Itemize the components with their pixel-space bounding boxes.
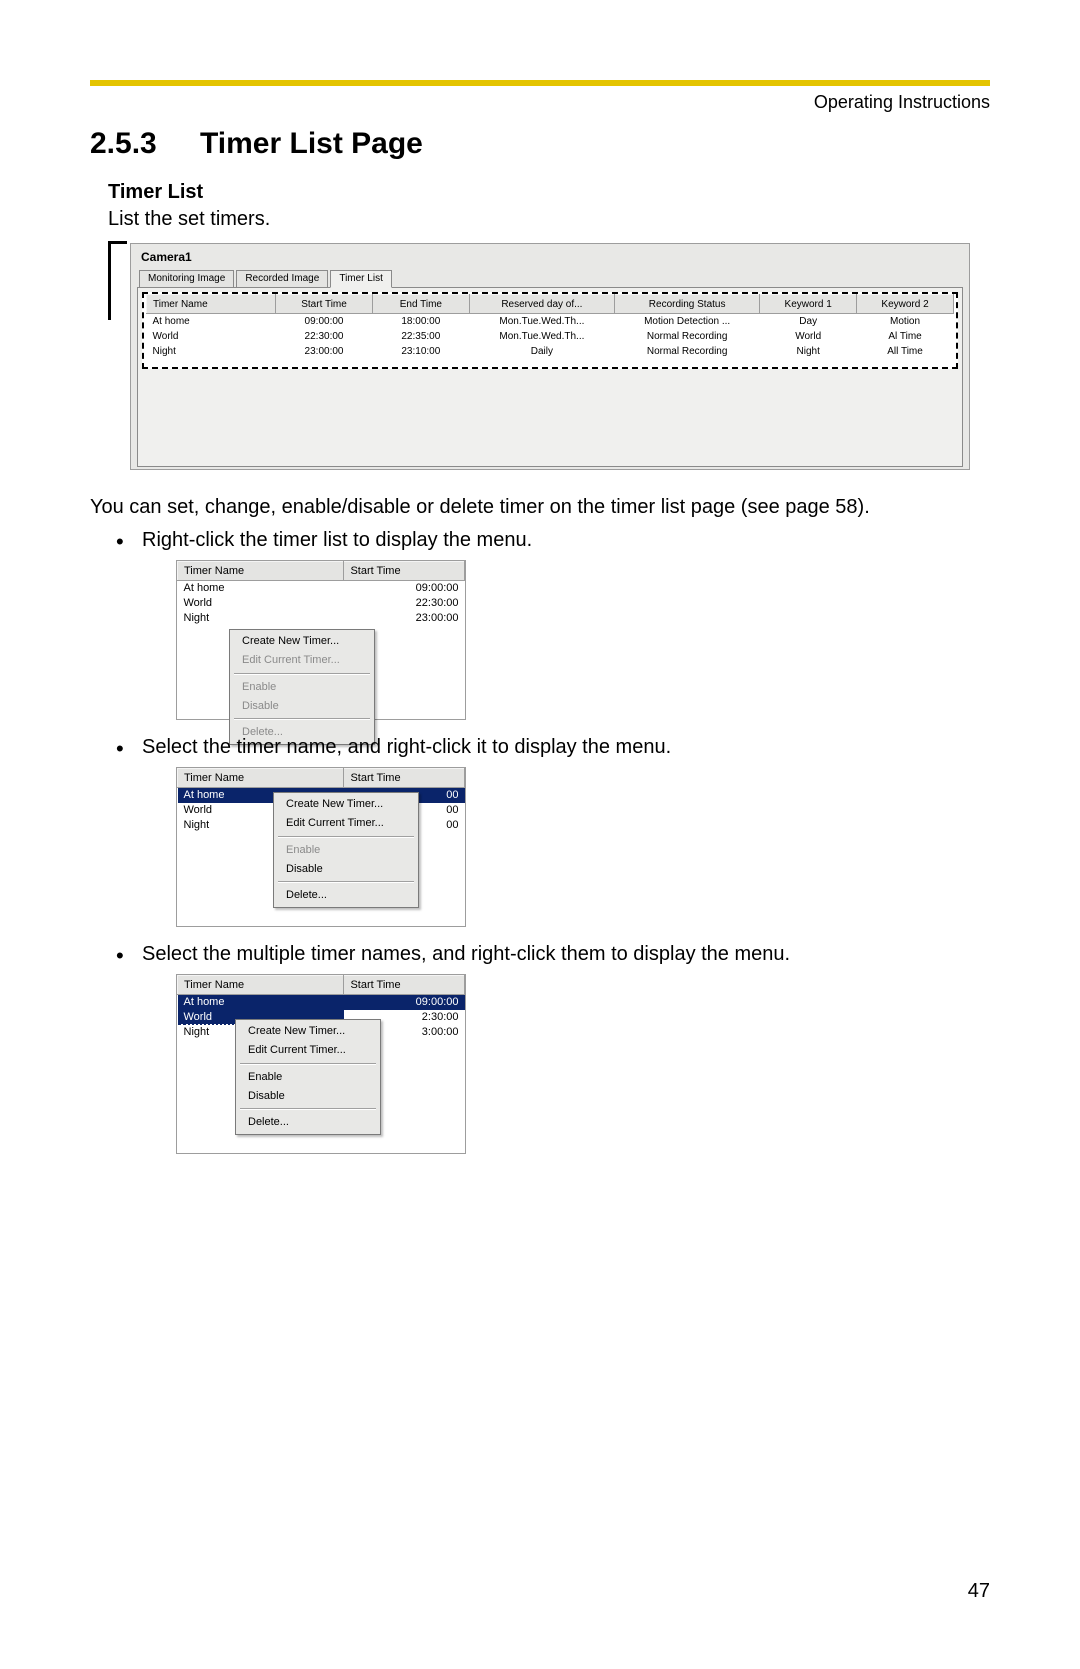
menu-edit-timer: Edit Current Timer... xyxy=(232,651,372,670)
timer-list-highlight: Timer Name Start Time End Time Reserved … xyxy=(142,292,958,369)
col-kw1[interactable]: Keyword 1 xyxy=(760,295,857,314)
timer-table[interactable]: Timer Name Start Time End Time Reserved … xyxy=(146,294,954,359)
running-head: Operating Instructions xyxy=(90,92,990,113)
tab-body: Timer Name Start Time End Time Reserved … xyxy=(137,287,963,467)
bullet-3-text: Select the multiple timer names, and rig… xyxy=(142,943,790,965)
list-item[interactable]: At home09:00:00 xyxy=(178,581,465,597)
menu-separator xyxy=(234,718,370,720)
timer-list-window: Camera1 Monitoring Image Recorded Image … xyxy=(130,243,970,470)
context-menu[interactable]: Create New Timer... Edit Current Timer..… xyxy=(273,792,419,908)
menu-enable[interactable]: Enable xyxy=(238,1068,378,1087)
mini-col-name[interactable]: Timer Name xyxy=(178,976,344,995)
bullet-2: Select the timer name, and right-click i… xyxy=(116,734,990,927)
subsection-title: Timer List xyxy=(108,181,990,204)
menu-disable: Disable xyxy=(232,697,372,716)
page-number: 47 xyxy=(968,1580,990,1603)
bullet-list: Right-click the timer list to display th… xyxy=(116,527,990,1154)
menu-delete[interactable]: Delete... xyxy=(238,1113,378,1132)
col-status[interactable]: Recording Status xyxy=(615,295,760,314)
page: { "header": { "running": "Operating Inst… xyxy=(0,0,1080,1669)
mini-col-start[interactable]: Start Time xyxy=(344,976,465,995)
menu-disable[interactable]: Disable xyxy=(276,860,416,879)
tab-recorded[interactable]: Recorded Image xyxy=(236,270,328,287)
table-row[interactable]: At home 09:00:00 18:00:00 Mon.Tue.Wed.Th… xyxy=(147,314,954,330)
header-rule xyxy=(90,80,990,86)
col-reserved[interactable]: Reserved day of... xyxy=(469,295,614,314)
tab-timer-list[interactable]: Timer List xyxy=(330,270,392,288)
mini-col-name[interactable]: Timer Name xyxy=(178,562,344,581)
context-menu[interactable]: Create New Timer... Edit Current Timer..… xyxy=(229,629,375,745)
mini-table-a[interactable]: Timer NameStart Time At home09:00:00 Wor… xyxy=(177,561,465,626)
bullet-1-text: Right-click the timer list to display th… xyxy=(142,529,532,551)
bullet-2-text: Select the timer name, and right-click i… xyxy=(142,736,671,758)
menu-edit-timer[interactable]: Edit Current Timer... xyxy=(276,814,416,833)
table-row[interactable]: World 22:30:00 22:35:00 Mon.Tue.Wed.Th..… xyxy=(147,329,954,344)
context-menu[interactable]: Create New Timer... Edit Current Timer..… xyxy=(235,1019,381,1135)
list-item[interactable]: Night23:00:00 xyxy=(178,611,465,626)
menu-separator xyxy=(278,836,414,838)
menu-create-timer[interactable]: Create New Timer... xyxy=(276,795,416,814)
list-item[interactable]: At home09:00:00 xyxy=(178,995,465,1011)
col-timer-name[interactable]: Timer Name xyxy=(147,295,276,314)
section-heading: 2.5.3Timer List Page xyxy=(90,127,990,161)
menu-create-timer[interactable]: Create New Timer... xyxy=(238,1022,378,1041)
bullet-1: Right-click the timer list to display th… xyxy=(116,527,990,720)
menu-enable: Enable xyxy=(276,841,416,860)
menu-separator xyxy=(234,673,370,675)
col-kw2[interactable]: Keyword 2 xyxy=(857,295,954,314)
figure-4: Timer NameStart Time At home09:00:00 Wor… xyxy=(176,974,466,1154)
section-title: Timer List Page xyxy=(200,127,423,160)
table-header-row: Timer Name Start Time End Time Reserved … xyxy=(147,295,954,314)
figure-3: Timer NameStart Time At home00 World00 N… xyxy=(176,767,466,927)
paragraph-1: You can set, change, enable/disable or d… xyxy=(90,494,990,521)
figure-2: Timer NameStart Time At home09:00:00 Wor… xyxy=(176,560,466,720)
tab-monitoring[interactable]: Monitoring Image xyxy=(139,270,234,287)
mini-col-name[interactable]: Timer Name xyxy=(178,769,344,788)
menu-delete[interactable]: Delete... xyxy=(276,886,416,905)
menu-disable[interactable]: Disable xyxy=(238,1087,378,1106)
callout-bracket xyxy=(108,241,127,320)
bullet-3: Select the multiple timer names, and rig… xyxy=(116,941,990,1154)
mini-col-start[interactable]: Start Time xyxy=(344,562,465,581)
mini-col-start[interactable]: Start Time xyxy=(344,769,465,788)
menu-separator xyxy=(240,1063,376,1065)
table-row[interactable]: Night 23:00:00 23:10:00 Daily Normal Rec… xyxy=(147,344,954,359)
menu-enable: Enable xyxy=(232,678,372,697)
menu-separator xyxy=(240,1108,376,1110)
window-title: Camera1 xyxy=(141,250,963,264)
menu-create-timer[interactable]: Create New Timer... xyxy=(232,632,372,651)
subsection-desc: List the set timers. xyxy=(108,206,990,233)
menu-separator xyxy=(278,881,414,883)
section-number: 2.5.3 xyxy=(90,127,200,161)
col-start[interactable]: Start Time xyxy=(276,295,373,314)
tab-strip: Monitoring Image Recorded Image Timer Li… xyxy=(137,270,963,287)
menu-edit-timer[interactable]: Edit Current Timer... xyxy=(238,1041,378,1060)
col-end[interactable]: End Time xyxy=(372,295,469,314)
figure-1: Camera1 Monitoring Image Recorded Image … xyxy=(112,243,990,470)
list-item[interactable]: World22:30:00 xyxy=(178,596,465,611)
